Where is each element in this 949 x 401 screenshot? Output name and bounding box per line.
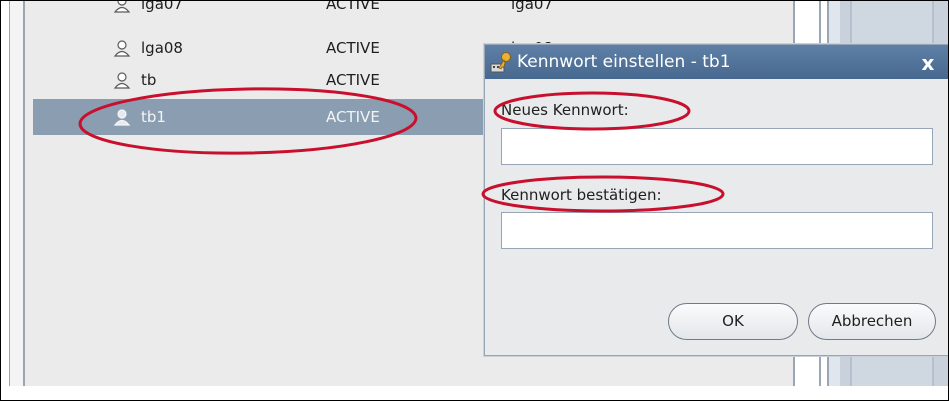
- close-icon[interactable]: x: [915, 49, 941, 75]
- user-icon: [113, 1, 131, 13]
- set-password-dialog: Kennwort einstellen - tb1 x Neues Kennwo…: [484, 44, 948, 356]
- user-icon: [113, 109, 131, 126]
- ok-button[interactable]: OK: [668, 303, 798, 340]
- key-icon: [490, 52, 511, 73]
- confirm-password-label: Kennwort bestätigen:: [501, 186, 662, 204]
- user-name: lga07: [141, 0, 183, 13]
- user-status: ACTIVE: [326, 108, 380, 126]
- user-status: ACTIVE: [326, 71, 380, 89]
- user-name: tb: [141, 71, 157, 89]
- new-password-input[interactable]: [501, 128, 933, 165]
- new-password-label: Neues Kennwort:: [501, 101, 629, 119]
- dialog-titlebar[interactable]: Kennwort einstellen - tb1 x: [485, 45, 948, 79]
- user-name: lga08: [141, 39, 183, 57]
- user-row[interactable]: lga08 ACTIVE lga08: [31, 31, 553, 65]
- dialog-title: Kennwort einstellen - tb1: [517, 52, 731, 72]
- user-row-selected[interactable]: tb1 ACTIVE: [33, 99, 493, 135]
- cancel-button[interactable]: Abbrechen: [808, 303, 936, 340]
- user-icon: [113, 72, 131, 89]
- user-status: ACTIVE: [326, 39, 380, 57]
- user-name: tb1: [141, 108, 166, 126]
- user-status: ACTIVE: [326, 0, 380, 13]
- confirm-password-input[interactable]: [501, 212, 933, 249]
- user-row[interactable]: tb ACTIVE: [31, 63, 501, 97]
- user-extra: lga07: [511, 0, 553, 13]
- user-row[interactable]: lga07 ACTIVE lga07: [31, 0, 553, 21]
- user-icon: [113, 40, 131, 57]
- screenshot-frame: lga07 ACTIVE lga07 lga08 ACTIVE lga08 tb…: [0, 0, 949, 401]
